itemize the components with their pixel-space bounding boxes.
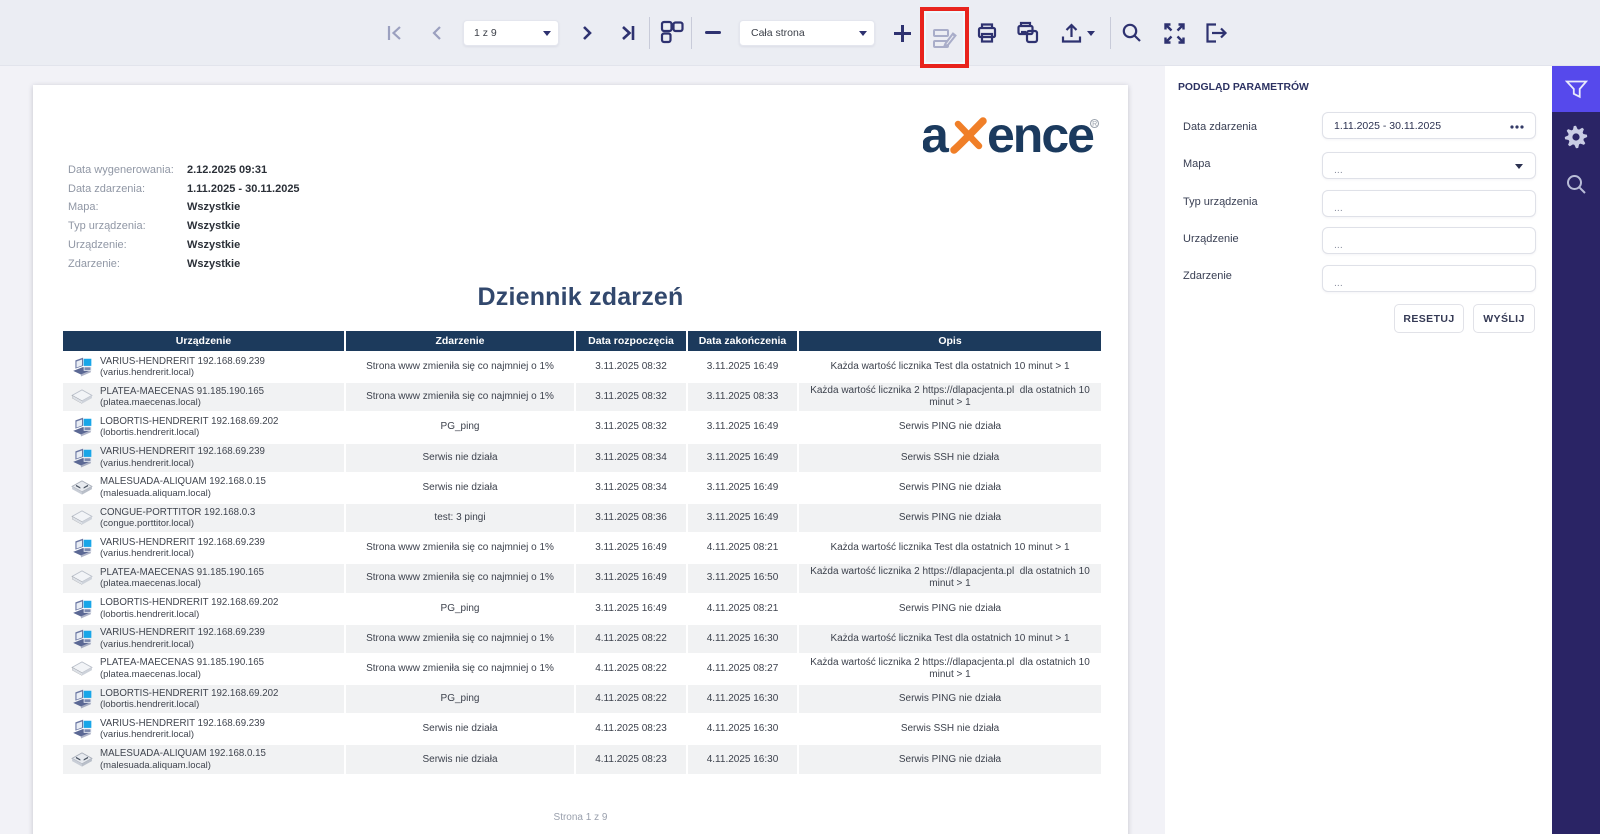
svg-text:R: R [1092, 121, 1097, 128]
svg-text:a: a [923, 111, 950, 157]
svg-text:ence: ence [987, 111, 1094, 157]
